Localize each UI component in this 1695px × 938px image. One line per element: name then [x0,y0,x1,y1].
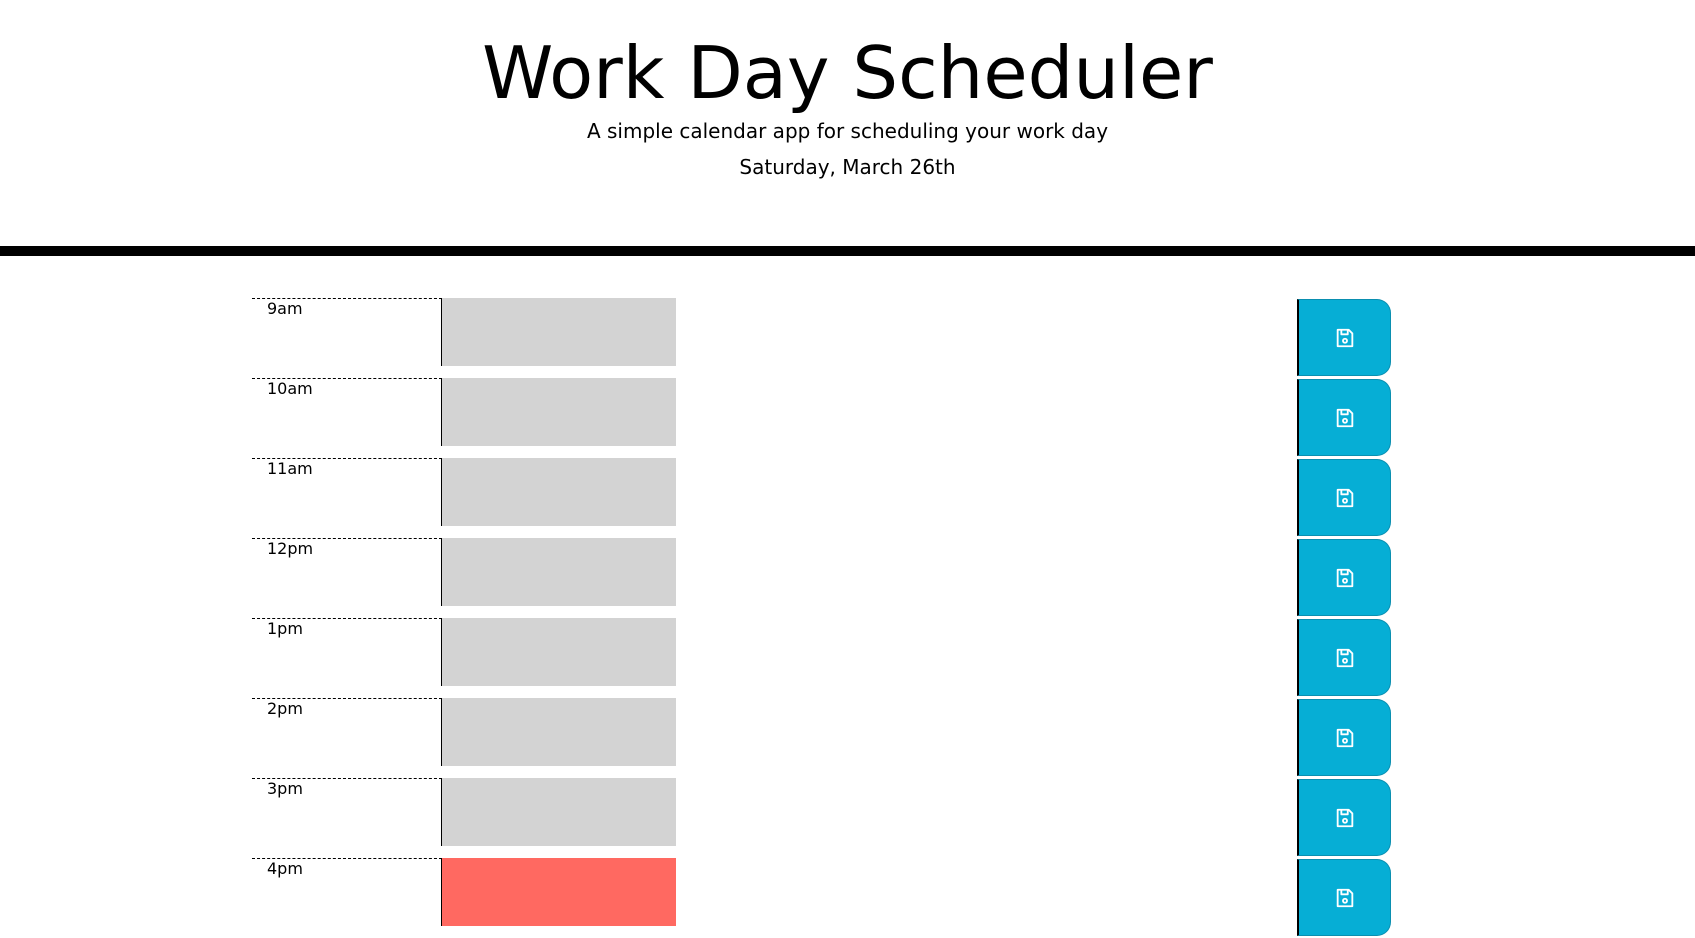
save-button[interactable] [1297,299,1391,376]
save-button[interactable] [1297,539,1391,616]
time-block: 4pm [252,858,1392,938]
time-block: 12pm [252,538,1392,618]
hour-text: 9am [267,299,303,318]
save-button[interactable] [1297,699,1391,776]
floppy-disk-icon [1336,408,1353,427]
event-description-input[interactable] [442,698,928,766]
save-button[interactable] [1297,619,1391,696]
hour-label: 1pm [252,618,442,686]
event-description-input[interactable] [442,458,928,526]
event-description-input[interactable] [442,538,928,606]
time-block: 10am [252,378,1392,458]
save-button[interactable] [1297,459,1391,536]
hour-label: 3pm [252,778,442,846]
hour-text: 2pm [267,699,303,718]
hour-text: 10am [267,379,313,398]
floppy-disk-icon [1336,728,1353,747]
time-block: 11am [252,458,1392,538]
hour-text: 4pm [267,859,303,878]
floppy-disk-icon [1336,648,1353,667]
hour-text: 11am [267,459,313,478]
hour-label: 12pm [252,538,442,606]
hour-text: 3pm [267,779,303,798]
floppy-disk-icon [1336,888,1353,907]
save-button[interactable] [1297,859,1391,936]
hour-label: 10am [252,378,442,446]
hour-text: 1pm [267,619,303,638]
time-block: 1pm [252,618,1392,698]
time-block: 3pm [252,778,1392,858]
event-description-input[interactable] [442,858,928,926]
hour-label: 11am [252,458,442,526]
hour-label: 9am [252,298,442,366]
hour-label: 2pm [252,698,442,766]
event-description-input[interactable] [442,378,928,446]
save-button[interactable] [1297,779,1391,856]
hour-label: 4pm [252,858,442,926]
event-description-input[interactable] [442,618,928,686]
event-description-input[interactable] [442,298,928,366]
time-block: 9am [252,298,1392,378]
floppy-disk-icon [1336,328,1353,347]
floppy-disk-icon [1336,808,1353,827]
save-button[interactable] [1297,379,1391,456]
event-description-input[interactable] [442,778,928,846]
timeblocks-container: 9am 10am 11am 12pm 1pm 2pm 3pm 4pm [0,0,1695,936]
floppy-disk-icon [1336,488,1353,507]
floppy-disk-icon [1336,568,1353,587]
hour-text: 12pm [267,539,314,558]
time-block: 2pm [252,698,1392,778]
